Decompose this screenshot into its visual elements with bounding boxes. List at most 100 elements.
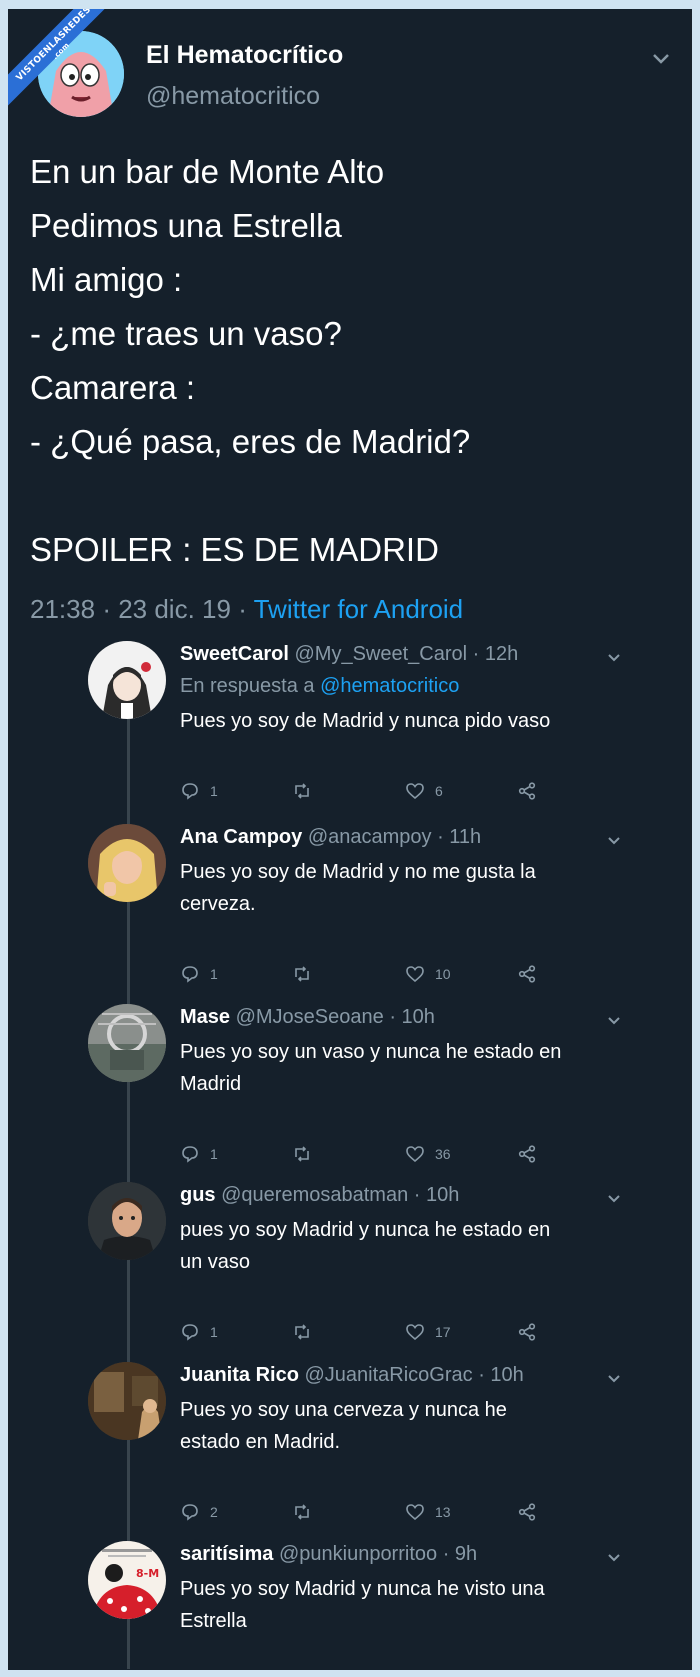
author-name[interactable]: El Hematocrítico [146, 41, 343, 70]
share-icon [518, 1145, 536, 1163]
chevron-down-icon[interactable] [606, 1370, 622, 1386]
chevron-down-icon[interactable] [606, 832, 622, 848]
meta-separator: · [238, 594, 254, 624]
like-button[interactable]: 10 [405, 962, 451, 986]
reply-text: pues yo soy Madrid y nunca he estado en … [180, 1214, 620, 1278]
reply-header: Mase @MJoseSeoane · 10h [180, 1006, 435, 1029]
share-button[interactable] [517, 779, 537, 803]
reply-text-line: Estrella [180, 1610, 247, 1632]
reply-button[interactable]: 2 [180, 1500, 218, 1524]
reply-author-name[interactable]: SweetCarol [180, 643, 289, 665]
chevron-down-icon[interactable] [606, 1190, 622, 1206]
reply-author-handle[interactable]: @anacampoy [308, 826, 432, 848]
comment-icon [182, 966, 198, 983]
share-icon [518, 965, 536, 983]
share-button[interactable] [517, 962, 537, 986]
like-button[interactable]: 36 [405, 1142, 451, 1166]
reply-button[interactable]: 1 [180, 1320, 218, 1344]
chevron-down-icon[interactable] [606, 1549, 622, 1565]
reply-actions: 2 13 [180, 1500, 540, 1524]
reply-avatar[interactable]: 8-M [88, 1541, 166, 1619]
share-button[interactable] [517, 1500, 537, 1524]
reply-author-name[interactable]: Mase [180, 1006, 230, 1028]
reply-author-handle[interactable]: @punkiunporritoo [279, 1543, 437, 1565]
reply-button[interactable]: 1 [180, 1142, 218, 1166]
reply-tweet[interactable]: Juanita Rico @JuanitaRicoGrac · 10h Pues… [8, 1362, 692, 1540]
comment-icon [182, 1504, 198, 1521]
chevron-down-icon[interactable] [606, 649, 622, 665]
reply-author-handle[interactable]: @JuanitaRicoGrac [304, 1364, 472, 1386]
tweet-line: - ¿me traes un vaso? [30, 315, 342, 352]
reply-count: 2 [210, 1504, 218, 1520]
reply-button[interactable]: 1 [180, 779, 218, 803]
reply-header: saritísima @punkiunporritoo · 9h [180, 1543, 477, 1566]
retweet-icon [295, 1324, 309, 1340]
reply-avatar[interactable] [88, 641, 166, 719]
heart-icon [406, 1324, 424, 1341]
avatar-caption: 8-M [136, 1567, 159, 1580]
like-button[interactable]: 6 [405, 779, 443, 803]
author-handle[interactable]: @hematocritico [146, 82, 320, 111]
reply-author-name[interactable]: gus [180, 1184, 216, 1206]
in-reply-to: En respuesta a @hematocritico [180, 675, 459, 698]
reply-count: 1 [210, 1324, 218, 1340]
comment-icon [182, 783, 198, 800]
retweet-button[interactable] [292, 962, 312, 986]
reply-text: Pues yo soy una cerveza y nunca he estad… [180, 1394, 620, 1458]
chevron-down-icon[interactable] [650, 47, 672, 69]
tweet-meta: 21:38 · 23 dic. 19 · Twitter for Android [30, 594, 463, 625]
meta-separator: · [472, 643, 485, 665]
heart-icon [406, 783, 424, 800]
retweet-button[interactable] [292, 1500, 312, 1524]
reply-avatar[interactable] [88, 824, 166, 902]
like-button[interactable]: 13 [405, 1500, 451, 1524]
chevron-down-icon[interactable] [606, 1012, 622, 1028]
retweet-button[interactable] [292, 1142, 312, 1166]
reply-author-name[interactable]: Ana Campoy [180, 826, 302, 848]
reply-avatar[interactable] [88, 1362, 166, 1440]
reply-tweet[interactable]: 8-M saritísima @punkiunporritoo · 9h Pue… [8, 1541, 692, 1670]
reply-avatar[interactable] [88, 1182, 166, 1260]
reply-count: 1 [210, 966, 218, 982]
share-button[interactable] [517, 1320, 537, 1344]
reply-tweet[interactable]: gus @queremosabatman · 10h pues yo soy M… [8, 1182, 692, 1360]
like-count: 10 [435, 966, 451, 982]
reply-text-line: Pues yo soy un vaso y nunca he estado en [180, 1041, 562, 1063]
reply-author-handle[interactable]: @queremosabatman [221, 1184, 408, 1206]
meta-separator: · [442, 1543, 455, 1565]
retweet-icon [295, 966, 309, 982]
reply-author-handle[interactable]: @MJoseSeoane [236, 1006, 384, 1028]
tweet-thread: VISTOENLASREDES .com El Hematocrítico @h… [8, 9, 692, 1670]
share-button[interactable] [517, 1142, 537, 1166]
reply-tweet[interactable]: SweetCarol @My_Sweet_Carol · 12h En resp… [8, 641, 692, 819]
tweet-date: 23 dic. 19 [118, 594, 231, 624]
mention-link[interactable]: @hematocritico [320, 675, 459, 697]
tweet-source-link[interactable]: Twitter for Android [254, 594, 464, 624]
reply-text-line: estado en Madrid. [180, 1431, 341, 1453]
retweet-button[interactable] [292, 1320, 312, 1344]
reply-text-line: Madrid [180, 1073, 242, 1095]
reply-text-line: un vaso [180, 1251, 251, 1273]
meta-separator: · [478, 1364, 491, 1386]
retweet-icon [295, 1504, 309, 1520]
retweet-button[interactable] [292, 779, 312, 803]
reply-text-line: cerveza. [180, 893, 256, 915]
reply-text: Pues yo soy un vaso y nunca he estado en… [180, 1036, 620, 1100]
comment-icon [182, 1146, 198, 1163]
reply-tweet[interactable]: Ana Campoy @anacampoy · 11h Pues yo soy … [8, 824, 692, 1002]
reply-text-line: Pues yo soy de Madrid y no me gusta la [180, 861, 536, 883]
watermark-ribbon: VISTOENLASREDES .com [8, 9, 118, 119]
reply-time: 9h [454, 1543, 478, 1565]
reply-time: 11h [449, 826, 482, 848]
reply-author-name[interactable]: Juanita Rico [180, 1364, 299, 1386]
watermark-domain: .com [51, 41, 72, 62]
reply-text: Pues yo soy Madrid y nunca he visto una … [180, 1573, 620, 1637]
like-button[interactable]: 17 [405, 1320, 451, 1344]
reply-avatar[interactable] [88, 1004, 166, 1082]
in-reply-label: En respuesta a [180, 675, 315, 697]
reply-button[interactable]: 1 [180, 962, 218, 986]
reply-author-name[interactable]: saritísima [180, 1543, 273, 1565]
reply-tweet[interactable]: Mase @MJoseSeoane · 10h Pues yo soy un v… [8, 1004, 692, 1182]
reply-author-handle[interactable]: @My_Sweet_Carol [295, 643, 468, 665]
share-icon [518, 1323, 536, 1341]
